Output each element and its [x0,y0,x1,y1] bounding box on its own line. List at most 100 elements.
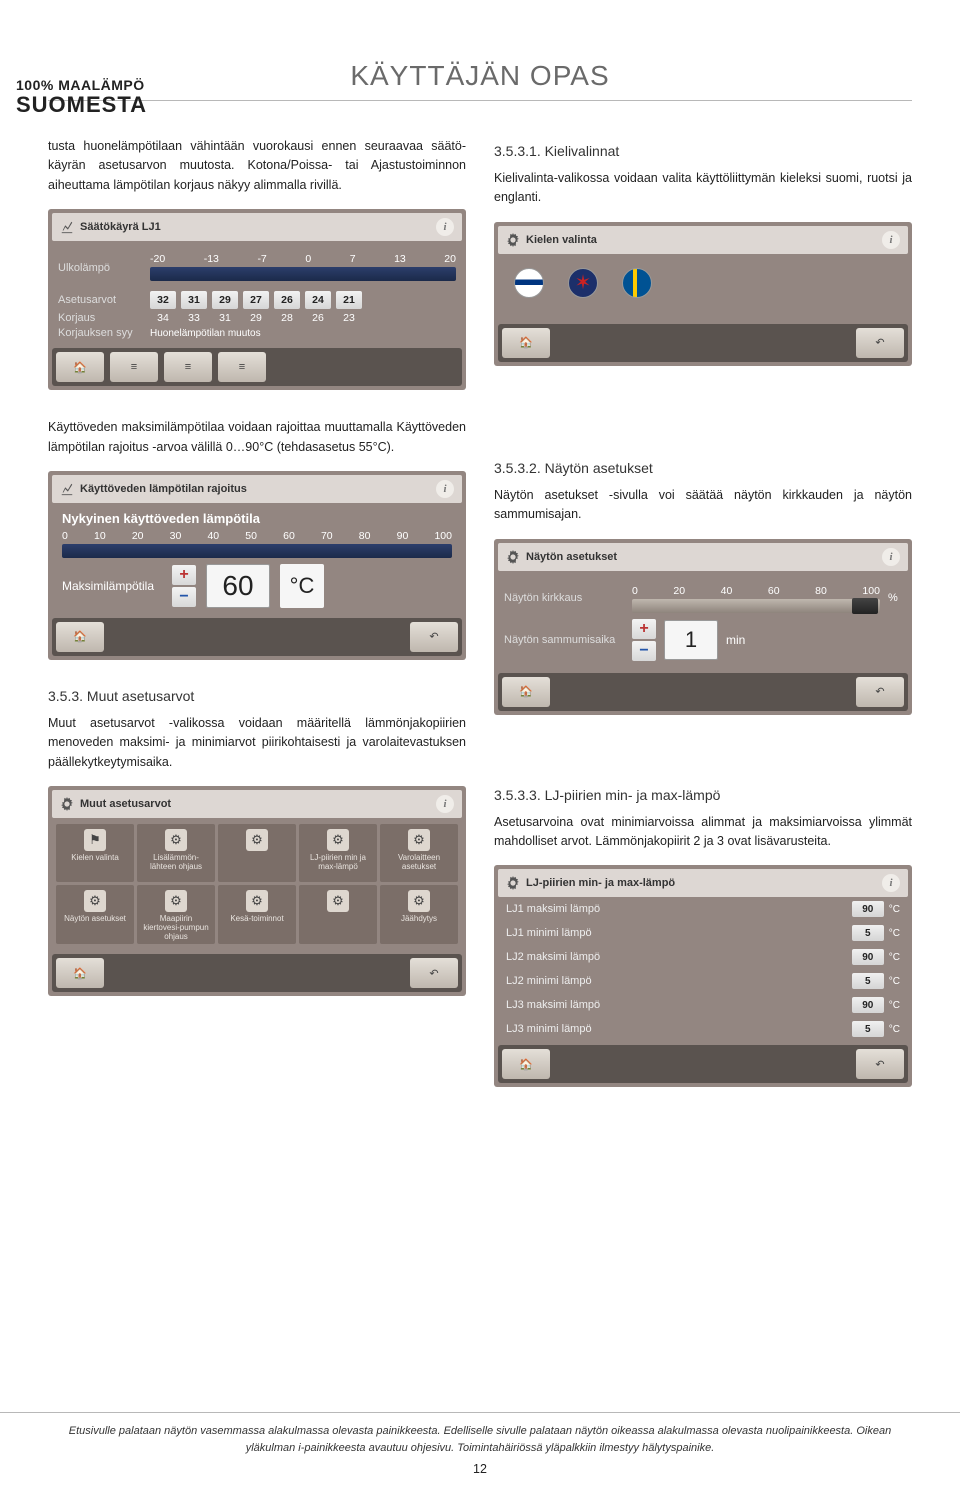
bar-track[interactable] [150,267,456,281]
setting-cell[interactable]: ⚙Näytön asetukset [56,885,134,944]
brightness-label: Näytön kirkkaus [504,592,624,604]
val-box[interactable]: 32 [150,291,176,309]
lj-row: LJ3 minimi lämpö5°C [498,1017,908,1041]
flag-swedish[interactable] [622,268,652,298]
brightness-slider[interactable] [632,599,880,613]
lj-value[interactable]: 90 [852,901,884,917]
home-button[interactable]: 🏠 [56,352,104,382]
setting-cell[interactable]: ⚙Jäähdytys [380,885,458,944]
timeout-label: Näytön sammumisaika [504,634,624,646]
setting-cell[interactable]: ⚑Kielen valinta [56,824,134,882]
lj-row: LJ3 maksimi lämpö90°C [498,993,908,1017]
back-button[interactable]: ↶ [410,958,458,988]
row-label: Ulkolämpö [58,262,142,274]
val-box[interactable]: 24 [305,291,331,309]
temp-value[interactable]: 60 [206,564,270,608]
foot-btn[interactable]: ≡ [110,352,158,382]
setting-cell[interactable]: ⚙ [299,885,377,944]
gear-icon: ⚙ [327,890,349,912]
settings-grid: ⚑Kielen valinta ⚙Lisälämmön-lähteen ohja… [52,818,462,950]
panel-muut: Muut asetusarvot i ⚑Kielen valinta ⚙Lisä… [48,786,466,996]
scale-val: 50 [245,530,257,542]
info-icon[interactable]: i [882,874,900,892]
val-box[interactable]: 31 [181,291,207,309]
setting-cell[interactable]: ⚙Varolaitteen asetukset [380,824,458,882]
setting-cell[interactable]: ⚙ [218,824,296,882]
foot-btn[interactable]: ≡ [218,352,266,382]
current-temp-title: Nykyinen käyttöveden lämpötila [62,511,452,526]
setting-cell[interactable]: ⚙Maapiirin kiertovesi-pumpun ohjaus [137,885,215,944]
flag-finnish[interactable] [514,268,544,298]
home-button[interactable]: 🏠 [502,328,550,358]
gear-icon [506,233,520,247]
val-box[interactable]: 29 [212,291,238,309]
val-box[interactable]: 26 [274,291,300,309]
scale-val: 10 [94,530,106,542]
setting-cell[interactable]: ⚙LJ-piirien min ja max-lämpö [299,824,377,882]
setting-cell[interactable]: ⚙Lisälämmön-lähteen ohjaus [137,824,215,882]
minus-button[interactable]: − [172,587,196,607]
flag-english[interactable] [568,268,598,298]
page-number: 12 [48,1462,912,1476]
back-button[interactable]: ↶ [410,622,458,652]
chart-icon [60,220,74,234]
scale-val: 90 [397,530,409,542]
panel-title: Säätökäyrä LJ1 [80,221,161,233]
temp-bar[interactable] [62,544,452,558]
home-button[interactable]: 🏠 [502,1049,550,1079]
minus-button[interactable]: − [632,641,656,661]
gear-icon [506,876,520,890]
back-button[interactable]: ↶ [856,677,904,707]
plus-button[interactable]: + [172,565,196,585]
val-plain: 31 [212,312,238,324]
panel-titlebar: LJ-piirien min- ja max-lämpö i [498,869,908,897]
info-icon[interactable]: i [436,795,454,813]
info-icon[interactable]: i [882,231,900,249]
scale-val: 0 [62,530,68,542]
scale-val: 40 [721,585,733,597]
panel-titlebar: Säätökäyrä LJ1 i [52,213,462,241]
lj-value[interactable]: 90 [852,997,884,1013]
max-label: Maksimilämpötila [62,579,162,593]
info-icon[interactable]: i [882,548,900,566]
panel-footer: 🏠 ↶ [52,954,462,992]
info-icon[interactable]: i [436,480,454,498]
gear-icon: ⚙ [165,829,187,851]
plus-button[interactable]: + [632,619,656,639]
scale-val: 40 [207,530,219,542]
lj-value[interactable]: 5 [852,1021,884,1037]
panel-title: LJ-piirien min- ja max-lämpö [526,877,675,889]
scale-val: 20 [444,253,456,265]
val-box[interactable]: 27 [243,291,269,309]
gear-icon: ⚙ [84,890,106,912]
scale-val: 80 [815,585,827,597]
back-button[interactable]: ↶ [856,1049,904,1079]
home-button[interactable]: 🏠 [56,622,104,652]
slider-knob[interactable] [852,598,878,614]
back-button[interactable]: ↶ [856,328,904,358]
lj-value[interactable]: 5 [852,925,884,941]
foot-btn[interactable]: ≡ [164,352,212,382]
lj-value[interactable]: 90 [852,949,884,965]
panel-kielen: Kielen valinta i 🏠 ↶ [494,222,912,366]
chart-icon [60,482,74,496]
flags-row [498,254,908,320]
panel-title: Käyttöveden lämpötilan rajoitus [80,483,247,495]
scale-val: 0 [305,253,311,265]
panel-titlebar: Käyttöveden lämpötilan rajoitus i [52,475,462,503]
scale-val: 13 [394,253,406,265]
scale-val: 60 [768,585,780,597]
home-button[interactable]: 🏠 [502,677,550,707]
val-box[interactable]: 21 [336,291,362,309]
panel-titlebar: Kielen valinta i [498,226,908,254]
home-button[interactable]: 🏠 [56,958,104,988]
setting-cell[interactable]: ⚙Kesä-toiminnot [218,885,296,944]
heading-3533: 3.5.3.3. LJ-piirien min- ja max-lämpö [494,787,912,803]
left-para2: Käyttöveden maksimilämpötilaa voidaan ra… [48,418,466,457]
page-title: KÄYTTÄJÄN OPAS [48,60,912,101]
lj-value[interactable]: 5 [852,973,884,989]
pct-label: % [888,592,902,604]
info-icon[interactable]: i [436,218,454,236]
timeout-value[interactable]: 1 [664,620,718,660]
panel-footer: 🏠 ↶ [498,1045,908,1083]
